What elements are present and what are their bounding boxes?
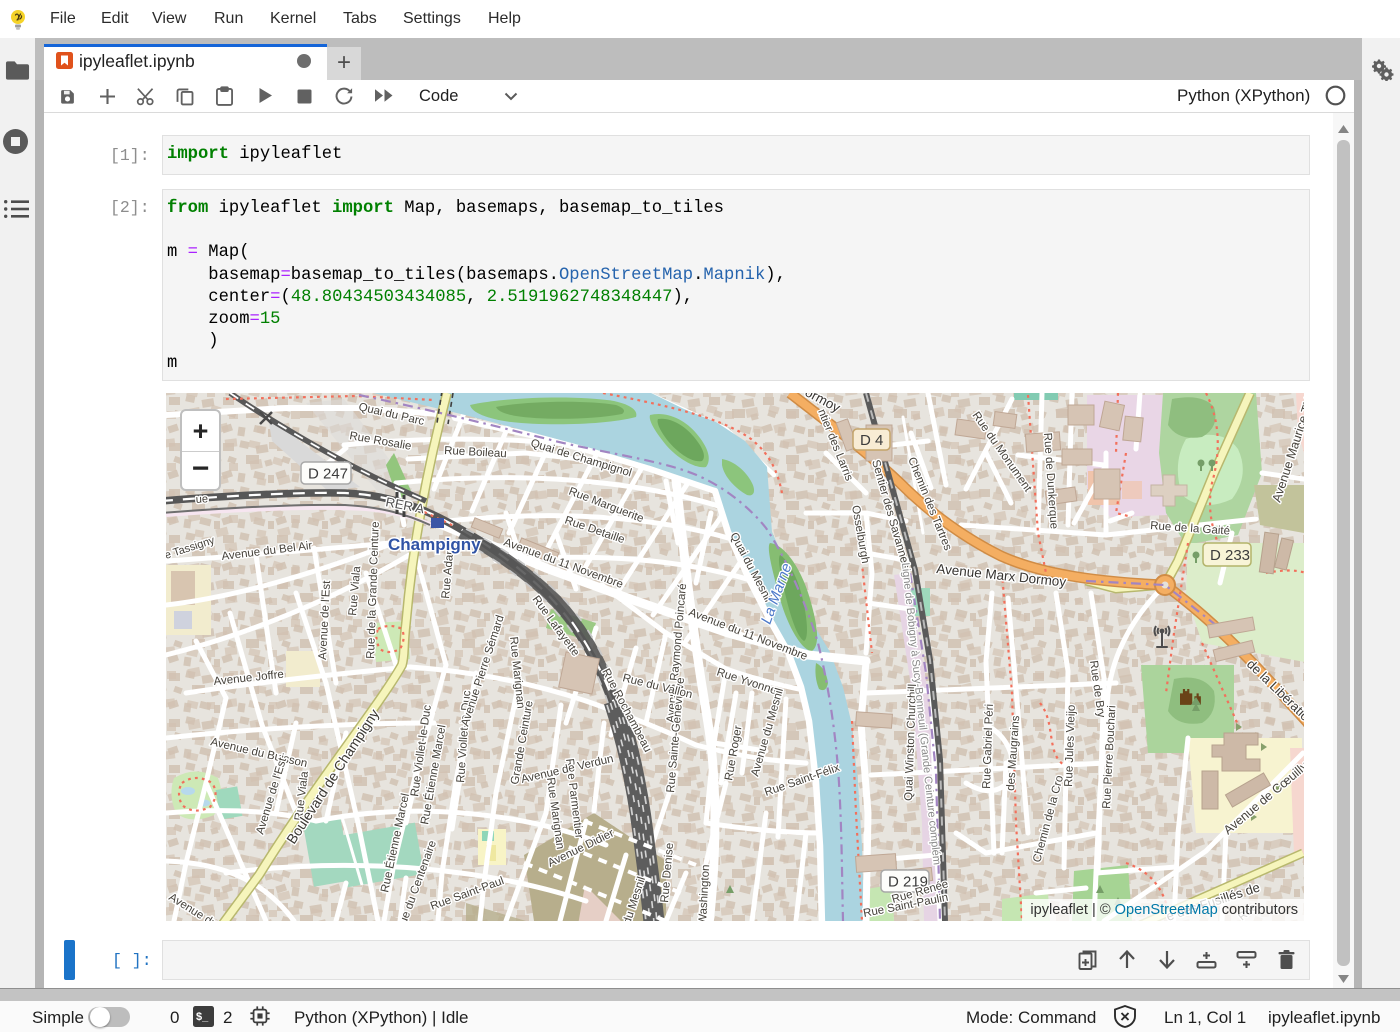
svg-text:D 4: D 4 [860, 432, 883, 449]
svg-text:ue: ue [195, 493, 208, 506]
svg-text:Champigny: Champigny [388, 535, 481, 554]
svg-text:D 233: D 233 [1210, 547, 1250, 564]
svg-text:$_: $_ [196, 1011, 209, 1023]
svg-text:D 247: D 247 [308, 466, 348, 483]
